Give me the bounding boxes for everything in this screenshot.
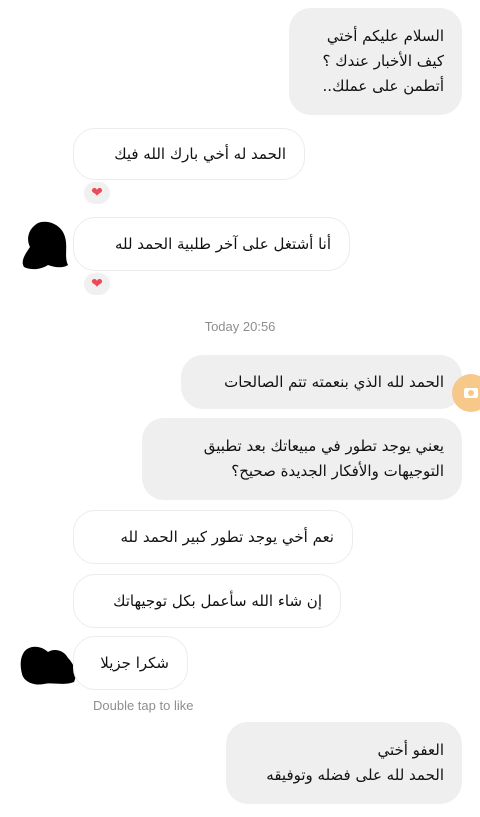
- message-text: التوجيهات والأفكار الجديدة صحيح؟: [231, 462, 444, 480]
- message-bubble-incoming[interactable]: الحمد له أخي بارك الله فيك: [73, 128, 305, 180]
- message-bubble-incoming[interactable]: شكرا جزيلا: [73, 636, 188, 690]
- avatar[interactable]: [18, 642, 80, 688]
- message-text: كيف الأخبار عندك ؟: [322, 52, 444, 70]
- message-bubble-incoming[interactable]: إن شاء الله سأعمل بكل توجيهاتك: [73, 574, 341, 628]
- heart-icon: ❤: [91, 276, 103, 292]
- message-text: الحمد لله الذي بنعمته تتم الصالحات: [224, 372, 444, 391]
- message-text: إن شاء الله سأعمل بكل توجيهاتك: [113, 591, 322, 610]
- message-text: أنا أشتغل على آخر طلبية الحمد لله: [114, 234, 331, 253]
- double-tap-hint: Double tap to like: [93, 698, 194, 713]
- message-text: العفو أختي: [377, 741, 444, 759]
- camera-icon[interactable]: [452, 374, 480, 412]
- heart-reaction[interactable]: ❤: [82, 271, 112, 297]
- message-bubble-outgoing[interactable]: يعني يوجد تطور في مبيعاتك بعد تطبيق التو…: [142, 418, 462, 500]
- heart-reaction[interactable]: ❤: [82, 180, 112, 206]
- message-text: السلام عليكم أختي: [326, 27, 444, 45]
- message-text: يعني يوجد تطور في مبيعاتك بعد تطبيق: [203, 437, 444, 455]
- heart-icon: ❤: [91, 185, 103, 201]
- message-text: الحمد له أخي بارك الله فيك: [114, 144, 286, 163]
- avatar[interactable]: [18, 217, 74, 273]
- message-text: نعم أخي يوجد تطور كبير الحمد لله: [120, 527, 334, 546]
- message-bubble-outgoing[interactable]: العفو أختي الحمد لله على فضله وتوفيقه: [226, 722, 462, 804]
- message-bubble-incoming[interactable]: نعم أخي يوجد تطور كبير الحمد لله: [73, 510, 353, 564]
- message-bubble-outgoing[interactable]: السلام عليكم أختي كيف الأخبار عندك ؟ أتط…: [289, 8, 462, 115]
- timestamp: Today 20:56: [204, 319, 276, 334]
- message-text: الحمد لله على فضله وتوفيقه: [266, 766, 444, 784]
- message-bubble-incoming[interactable]: أنا أشتغل على آخر طلبية الحمد لله: [73, 217, 350, 271]
- message-bubble-outgoing[interactable]: الحمد لله الذي بنعمته تتم الصالحات: [181, 355, 462, 409]
- message-text: شكرا جزيلا: [100, 653, 169, 672]
- message-text: أتطمن على عملك..: [322, 77, 444, 95]
